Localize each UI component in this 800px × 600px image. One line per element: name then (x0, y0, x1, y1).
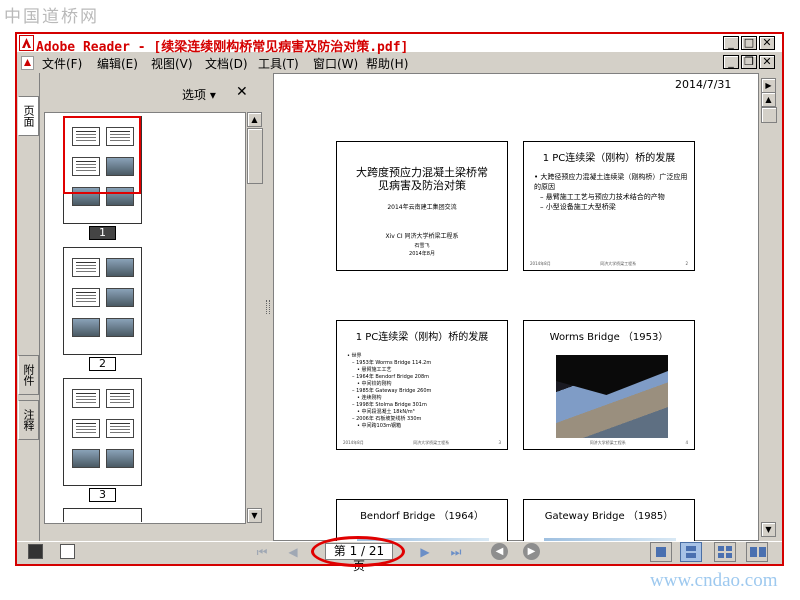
splitter-grip[interactable] (266, 300, 270, 314)
page-thumbnail-3[interactable] (63, 378, 142, 486)
side-tab-strip (17, 73, 40, 541)
first-page-button[interactable]: ⏮ (252, 543, 272, 561)
slide-footer: 同济大学桥梁工程系 4 (589, 440, 688, 445)
tab-comments[interactable]: 注释 (18, 400, 39, 440)
bullet: – 小型设备施工大型桥梁 (540, 203, 616, 211)
page-thumbnail-4[interactable] (63, 508, 142, 522)
facing-view-button[interactable] (714, 542, 736, 562)
continuous-view-button[interactable] (680, 542, 702, 562)
bullet: • 中间跨103m钢箱 (357, 423, 401, 429)
scroll-up-button[interactable]: ▲ (761, 92, 776, 107)
slide-date: 2014年8月 (409, 251, 435, 257)
bullet: – 1998年 Stolma Bridge 301m (352, 402, 427, 408)
scroll-down-button[interactable]: ▼ (247, 508, 262, 523)
close-button[interactable]: ✕ (759, 36, 775, 50)
watermark-top: 中国道桥网 (4, 7, 99, 27)
slide-footer: 2014年8月 同济大学桥梁工程系 3 (343, 440, 501, 445)
slide-1: Xiv CI 同济大学桥梁工程系 大跨度预应力混凝土梁桥常见病害及防治对策 20… (336, 141, 508, 271)
page-thumbnail-label: 1 (89, 226, 116, 240)
document-scrollbar[interactable] (760, 73, 779, 541)
bullet: – 1953年 Worms Bridge 114.2m (352, 360, 432, 366)
minimize-panel-icon[interactable] (60, 544, 75, 559)
slide-footer: 2014年8月 同济大学桥梁工程系 2 (530, 261, 688, 266)
bullet: • 悬臂施工工艺 (357, 367, 392, 373)
bullet: – 悬臂施工工艺与预应力技术结合的产物 (540, 193, 665, 201)
bullet: – 1985年 Gateway Bridge 260m (352, 388, 432, 394)
page-up-button[interactable]: ▶ (761, 78, 776, 93)
panel-close-icon[interactable]: ✕ (236, 84, 248, 100)
bullet: – 1964年 Bendorf Bridge 208m (352, 374, 430, 380)
slide-title: Gateway Bridge （1985） (544, 511, 674, 522)
go-forward-button[interactable]: ▶ (523, 543, 540, 560)
slide-title: 1 PC连续梁（刚构）桥的发展 (542, 153, 676, 164)
menu-file[interactable]: 文件(F) (42, 55, 82, 72)
single-page-view-button[interactable] (650, 542, 672, 562)
slide-title: Worms Bridge （1953） (549, 332, 669, 343)
doc-minimize-button[interactable]: _ (723, 55, 739, 69)
slide-3: 1 PC连续梁（刚构）桥的发展 • 世界 – 1953年 Worms Bridg… (336, 320, 508, 450)
slide-2: 1 PC连续梁（刚构）桥的发展 • 大跨径预应力混凝土连续梁（刚构桥）广泛应用的… (523, 141, 695, 271)
adobe-reader-icon (19, 35, 34, 51)
slide-title: 1 PC连续梁（刚构）桥的发展 (355, 332, 489, 343)
last-page-button[interactable]: ⏭ (446, 543, 466, 561)
slide-title: 大跨度预应力混凝土梁桥常见病害及防治对策 (356, 166, 488, 192)
menu-edit[interactable]: 编辑(E) (97, 55, 138, 72)
menu-document[interactable]: 文档(D) (205, 55, 248, 72)
doc-close-button[interactable]: ✕ (759, 55, 775, 69)
page-thumbnail-label: 3 (89, 488, 116, 502)
minimize-button[interactable]: _ (723, 36, 739, 50)
previous-page-button[interactable]: ◀ (283, 543, 303, 561)
save-icon[interactable] (28, 544, 43, 559)
scroll-thumb[interactable] (247, 128, 263, 184)
menu-window[interactable]: 窗口(W) (313, 55, 358, 72)
slide-title: Bendorf Bridge （1964） (360, 511, 484, 522)
menu-help[interactable]: 帮助(H) (366, 55, 408, 72)
slide-bullets: • 大跨径预应力混凝土连续梁（刚构桥）广泛应用的原因 – 悬臂施工工艺与预应力技… (534, 172, 688, 212)
slide-4: Worms Bridge （1953） 同济大学桥梁工程系 4 (523, 320, 695, 450)
bullet: • 连续刚构 (357, 395, 382, 401)
page-number-highlight (311, 536, 405, 567)
page-thumbnail-2[interactable] (63, 247, 142, 355)
page-thumbnail-label: 2 (89, 357, 116, 371)
bullet: • 大跨径预应力混凝土连续梁（刚构桥）广泛应用的原因 (534, 173, 688, 191)
maximize-button[interactable]: □ (741, 36, 757, 50)
watermark-bottom: www.cndao.com (650, 570, 778, 591)
document-date: 2014/7/31 (675, 78, 732, 91)
page-thumbnail-1[interactable] (63, 116, 142, 224)
tab-attachments[interactable]: 附件 (18, 355, 39, 395)
document-icon[interactable] (21, 56, 34, 70)
menu-tools[interactable]: 工具(T) (258, 55, 299, 72)
go-back-button[interactable]: ◀ (491, 543, 508, 560)
menu-view[interactable]: 视图(V) (151, 55, 193, 72)
bullet: • 中间段混凝土 18kN/m³ (357, 409, 415, 415)
slide-subtitle: 2014年云南建工集团交流 (387, 204, 457, 211)
scroll-down-button[interactable]: ▼ (761, 522, 776, 537)
bullet: • 中间铰的刚构 (357, 381, 392, 387)
scroll-up-button[interactable]: ▲ (247, 112, 262, 127)
continuous-facing-view-button[interactable] (746, 542, 768, 562)
bullet: • 世界 (347, 353, 362, 359)
options-dropdown[interactable]: 选项 ▾ (182, 86, 216, 103)
slide-bullets: • 世界 – 1953年 Worms Bridge 114.2m • 悬臂施工工… (347, 353, 501, 430)
next-page-button[interactable]: ▶ (415, 543, 435, 561)
doc-restore-button[interactable]: ❐ (741, 55, 757, 69)
scroll-thumb[interactable] (761, 107, 777, 123)
visible-region-highlight (63, 116, 141, 194)
tab-pages[interactable]: 页面 (18, 96, 39, 136)
bullet: – 2006年 石板坡复线桥 330m (352, 416, 422, 422)
window-title: Adobe Reader - [续梁连续刚构桥常见病害及防治对策.pdf] (36, 40, 409, 55)
